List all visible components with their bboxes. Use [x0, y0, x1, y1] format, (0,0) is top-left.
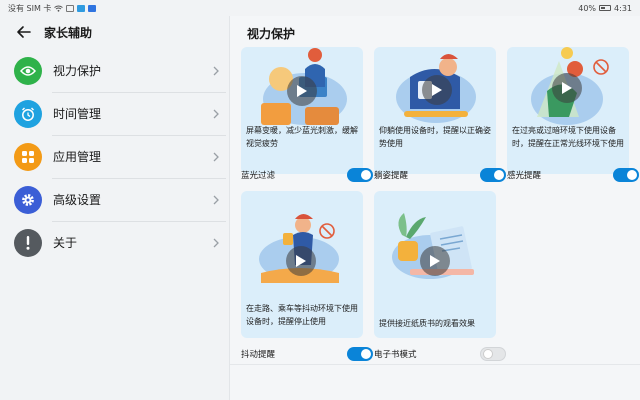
card-description: 提供接近纸质书的观看效果 [379, 319, 475, 328]
chevron-right-icon [213, 195, 219, 204]
sidebar-item-label: 时间管理 [53, 107, 102, 121]
toggle-label: 抖动提醒 [241, 350, 276, 360]
toggle-label: 电子书模式 [374, 350, 417, 360]
setting-row-blue-light: 蓝光过滤 [241, 167, 373, 183]
play-video-button[interactable] [286, 246, 316, 276]
gear-icon [14, 185, 42, 214]
battery-percent: 40% [578, 3, 597, 13]
toggle-knob [361, 349, 371, 359]
sidebar-item-label: 高级设置 [53, 193, 102, 207]
play-video-button[interactable] [420, 246, 450, 276]
sidebar-item-time-management[interactable]: 时间管理 [14, 92, 220, 135]
setting-row-ebook-mode: 电子书模式 [374, 346, 506, 362]
battery-icon [599, 5, 612, 11]
app-notification-icon [77, 4, 86, 12]
blue-light-filter-toggle[interactable] [347, 168, 373, 182]
sidebar-item-vision-protection[interactable]: 视力保护 [14, 49, 220, 92]
left-header: 家长辅助 [0, 16, 228, 48]
sim-status-text: 没有 SIM 卡 [8, 3, 52, 13]
chevron-right-icon [213, 152, 219, 161]
app-notification-icon-2 [88, 4, 97, 12]
play-video-button[interactable] [552, 73, 582, 103]
illustration-image [259, 214, 339, 283]
page-title: 视力保护 [247, 27, 296, 41]
sidebar-item-label: 关于 [53, 236, 78, 250]
feature-card-blue-light: 屏幕变暖，减少蓝光刺激，缓解视觉疲劳 [241, 47, 363, 174]
play-icon [430, 255, 440, 267]
sidebar-item-app-management[interactable]: 应用管理 [14, 135, 220, 178]
shake-reminder-toggle[interactable] [347, 347, 373, 361]
toggle-knob [627, 170, 637, 180]
chevron-right-icon [213, 109, 219, 118]
status-bar: 没有 SIM 卡 40% 4:31 [0, 0, 640, 16]
card-description: 仰躺使用设备时，提醒以正确姿势使用 [379, 126, 491, 148]
play-icon [297, 85, 307, 97]
setting-row-light-sensing: 感光提醒 [507, 167, 639, 183]
toggle-label: 蓝光过滤 [241, 171, 276, 181]
card-description: 屏幕变暖，减少蓝光刺激，缓解视觉疲劳 [246, 126, 358, 148]
wifi-icon [54, 5, 64, 12]
light-sensing-reminder-toggle[interactable] [613, 168, 639, 182]
sidebar-item-label: 应用管理 [53, 150, 102, 164]
left-page-title: 家长辅助 [44, 25, 93, 40]
toggle-knob [361, 170, 371, 180]
clock-time: 4:31 [614, 3, 632, 13]
toggle-knob [483, 349, 493, 359]
lying-posture-reminder-toggle[interactable] [480, 168, 506, 182]
apps-grid-icon [14, 142, 42, 171]
feature-card-lying-posture: 仰躺使用设备时，提醒以正确姿势使用 [374, 47, 496, 174]
back-arrow-icon[interactable] [16, 24, 32, 40]
right-pane: 视力保护 屏幕变暖，减少蓝光刺激，缓解视觉疲劳 蓝光过滤 仰躺使用设备时，提醒以… [230, 16, 640, 400]
alarm-clock-icon [14, 99, 42, 128]
notification-icon [66, 4, 75, 12]
setting-row-lying-posture: 躺姿提醒 [374, 167, 506, 183]
feature-card-light-sensing: 在过亮或过暗环境下使用设备时，提醒在正常光线环境下使用 [507, 47, 629, 174]
play-icon [432, 84, 442, 96]
exclamation-icon [14, 228, 42, 257]
play-icon [296, 255, 306, 267]
ebook-mode-toggle[interactable] [480, 347, 506, 361]
feature-card-shake: 在走路、乘车等抖动环境下使用设备时，提醒停止使用 [241, 191, 363, 338]
toggle-label: 躺姿提醒 [374, 171, 409, 181]
toggle-label: 感光提醒 [507, 171, 542, 181]
toggle-knob [494, 170, 504, 180]
divider [230, 364, 640, 365]
card-description: 在过亮或过暗环境下使用设备时，提醒在正常光线环境下使用 [512, 126, 624, 148]
chevron-right-icon [213, 66, 219, 75]
play-icon [562, 82, 572, 94]
sidebar-item-about[interactable]: 关于 [14, 221, 220, 264]
sidebar-item-advanced-settings[interactable]: 高级设置 [14, 178, 220, 221]
sidebar-item-label: 视力保护 [53, 64, 102, 78]
play-video-button[interactable] [422, 75, 452, 105]
eye-icon [14, 56, 42, 85]
setting-row-shake: 抖动提醒 [241, 346, 373, 362]
left-pane: 家长辅助 视力保护 时间管理 应用管理 高级设置 关于 [0, 16, 228, 400]
chevron-right-icon [213, 238, 219, 247]
feature-card-ebook-mode: 提供接近纸质书的观看效果 [374, 191, 496, 338]
play-video-button[interactable] [287, 76, 317, 106]
illustration-image [392, 213, 474, 279]
card-description: 在走路、乘车等抖动环境下使用设备时，提醒停止使用 [246, 304, 358, 326]
